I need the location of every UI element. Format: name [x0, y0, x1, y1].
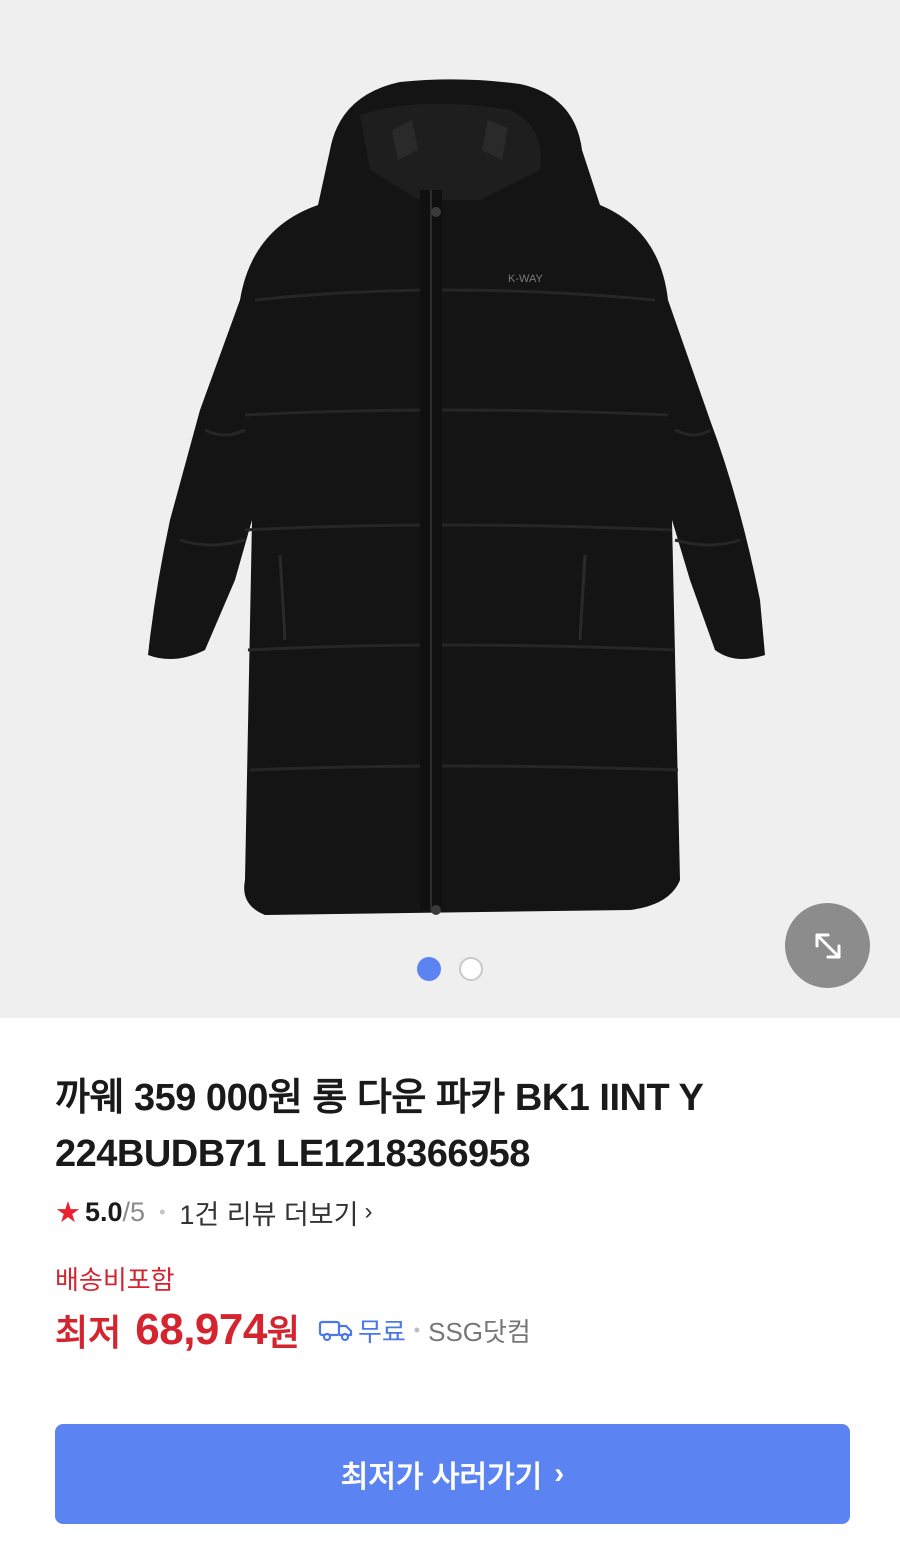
- image-pagination: [417, 957, 483, 981]
- free-delivery-label: 무료: [357, 1316, 406, 1347]
- expand-image-button[interactable]: [785, 903, 870, 988]
- product-info: 까웨 359 000원 롱 다운 파카 BK1 IINT Y 224BUDB71…: [55, 1070, 855, 1358]
- buy-lowest-price-button[interactable]: 최저가 사러가기 ›: [55, 1424, 850, 1524]
- price-unit: 원: [266, 1312, 300, 1353]
- rating-separator: •: [159, 1201, 166, 1222]
- rating-score: 5.0: [85, 1196, 123, 1227]
- shipping-included-label: 배송비포함: [55, 1265, 175, 1295]
- seller-name: SSG닷컴: [428, 1316, 531, 1347]
- price-row: 최저 68,974 원 무료 • SSG닷컴: [55, 1302, 855, 1358]
- review-more-link[interactable]: 1건 리뷰 더보기 ›: [179, 1193, 372, 1232]
- price-amount: 68,974: [135, 1305, 267, 1354]
- star-icon: ★: [55, 1196, 81, 1229]
- chevron-right-icon: ›: [364, 1198, 373, 1225]
- jacket-logo-text: K-WAY: [508, 273, 543, 285]
- price-prefix: 최저: [55, 1312, 122, 1353]
- expand-icon: [815, 933, 840, 958]
- review-link-label: 1건 리뷰 더보기: [179, 1199, 359, 1230]
- rating-row: ★ 5.0 /5 • 1건 리뷰 더보기 ›: [55, 1192, 855, 1232]
- truck-icon: [318, 1317, 354, 1343]
- pagination-dot-2[interactable]: [459, 957, 483, 981]
- pagination-dot-1[interactable]: [417, 957, 441, 981]
- buy-button-label: 최저가 사러가기: [340, 1461, 543, 1494]
- rating-max: /5: [122, 1196, 146, 1227]
- chevron-right-icon: ›: [554, 1457, 565, 1490]
- product-title: 까웨 359 000원 롱 다운 파카 BK1 IINT Y 224BUDB71…: [55, 1077, 703, 1175]
- product-image: K-WAY: [148, 79, 765, 915]
- product-image-area[interactable]: K-WAY: [0, 0, 900, 1018]
- seller-separator: •: [413, 1319, 421, 1340]
